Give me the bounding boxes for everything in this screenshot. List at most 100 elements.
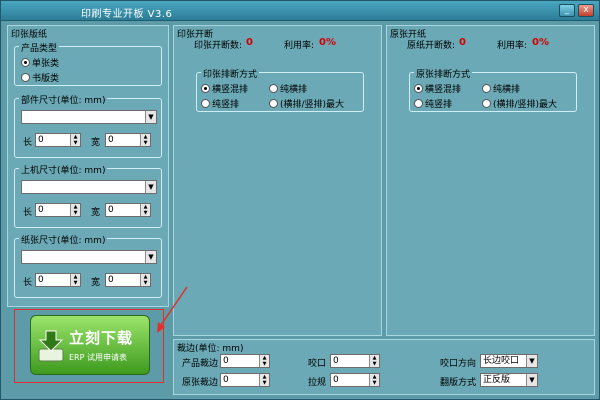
- flip-method-combo[interactable]: 正反版 ▼: [480, 373, 538, 387]
- spin-down-icon[interactable]: ▼: [141, 140, 150, 146]
- radio-dot: [414, 84, 423, 93]
- product-trim-stepper[interactable]: 0 ▲ ▼: [220, 354, 270, 368]
- spin-buttons[interactable]: ▲ ▼: [259, 355, 269, 367]
- raw-count-value: 0: [459, 37, 466, 48]
- pull-value: 0: [333, 375, 339, 385]
- print-sheet-panel: 印张开断 印张开断数: 0 利用率: 0% 印张排断方式 横竖混排 纯横排 纯竖…: [173, 25, 382, 336]
- spin-buttons[interactable]: ▲ ▼: [369, 374, 379, 386]
- title-bar[interactable]: 印刷专业开板 V3.6 _ x: [1, 1, 599, 21]
- print-method-group: 印张排断方式 横竖混排 纯横排 纯竖排 (横排/竖排)最大: [196, 67, 364, 112]
- spin-buttons[interactable]: ▲ ▼: [140, 204, 150, 216]
- raw-method-title: 原张排断方式: [414, 67, 473, 80]
- pull-stepper[interactable]: 0 ▲ ▼: [330, 373, 380, 387]
- paper-length-stepper[interactable]: 0 ▲ ▼: [35, 273, 81, 287]
- product-trim-value: 0: [223, 356, 229, 366]
- download-button[interactable]: 立刻下载 ERP 试用申请表: [30, 315, 150, 375]
- minimize-button[interactable]: _: [559, 4, 575, 17]
- paper-length-value: 0: [38, 275, 44, 285]
- bite-stepper[interactable]: 0 ▲ ▼: [330, 354, 380, 368]
- product-type-title: 产品类型: [19, 41, 60, 54]
- raw-trim-stepper[interactable]: 0 ▲ ▼: [220, 373, 270, 387]
- spin-buttons[interactable]: ▲ ▼: [140, 134, 150, 146]
- spin-down-icon[interactable]: ▼: [260, 380, 269, 386]
- spin-down-icon[interactable]: ▼: [141, 210, 150, 216]
- chevron-down-icon[interactable]: ▼: [145, 181, 156, 193]
- radio-dot: [482, 99, 491, 108]
- print-rate-label: 利用率:: [284, 41, 315, 51]
- spin-buttons[interactable]: ▲ ▼: [70, 274, 80, 286]
- product-type-group: 产品类型 单张类 书版类: [14, 41, 162, 86]
- paper-width-stepper[interactable]: 0 ▲ ▼: [105, 273, 151, 287]
- spin-buttons[interactable]: ▲ ▼: [259, 374, 269, 386]
- radio-raw-horizontal[interactable]: 纯横排: [482, 82, 520, 95]
- radio-label: 书版类: [32, 74, 60, 84]
- part-length-stepper[interactable]: 0 ▲ ▼: [35, 133, 81, 147]
- spin-down-icon[interactable]: ▼: [141, 280, 150, 286]
- trim-panel: 裁边(单位: mm) 产品裁边 0 ▲ ▼ 原张裁边 0 ▲ ▼ 咬口 0 ▲ ▼ 拉…: [173, 339, 595, 395]
- radio-dot: [201, 84, 210, 93]
- spin-buttons[interactable]: ▲ ▼: [70, 204, 80, 216]
- radio-print-horizontal[interactable]: 纯横排: [269, 82, 307, 95]
- bite-direction-label: 咬口方向: [440, 359, 477, 369]
- download-arrow-icon: [38, 330, 64, 362]
- radio-print-vertical[interactable]: 纯竖排: [201, 97, 239, 110]
- spin-buttons[interactable]: ▲ ▼: [140, 274, 150, 286]
- chevron-down-icon[interactable]: ▼: [526, 355, 537, 367]
- spin-down-icon[interactable]: ▼: [260, 361, 269, 367]
- pull-label: 拉规: [308, 378, 327, 388]
- part-width-value: 0: [108, 135, 114, 145]
- paper-width-label: 宽: [91, 278, 101, 288]
- radio-dot: [269, 84, 278, 93]
- chevron-down-icon[interactable]: ▼: [526, 374, 537, 386]
- machine-size-combo[interactable]: ▼: [21, 180, 157, 194]
- chevron-down-icon[interactable]: ▼: [145, 251, 156, 263]
- radio-raw-vertical[interactable]: 纯竖排: [414, 97, 452, 110]
- print-rate-value: 0%: [319, 37, 336, 48]
- radio-dot: [269, 99, 278, 108]
- machine-width-stepper[interactable]: 0 ▲ ▼: [105, 203, 151, 217]
- spin-down-icon[interactable]: ▼: [71, 280, 80, 286]
- paper-width-value: 0: [108, 275, 114, 285]
- radio-label: (横排/竖排)最大: [280, 100, 345, 110]
- machine-length-stepper[interactable]: 0 ▲ ▼: [35, 203, 81, 217]
- download-highlight-box: 立刻下载 ERP 试用申请表: [14, 309, 164, 383]
- spin-down-icon[interactable]: ▼: [71, 210, 80, 216]
- part-width-stepper[interactable]: 0 ▲ ▼: [105, 133, 151, 147]
- part-length-label: 长: [23, 138, 33, 148]
- radio-label: 横竖混排: [425, 85, 462, 95]
- radio-label: 纯竖排: [212, 100, 240, 110]
- spin-down-icon[interactable]: ▼: [370, 380, 379, 386]
- print-method-title: 印张排断方式: [201, 67, 260, 80]
- radio-print-max[interactable]: (横排/竖排)最大: [269, 97, 344, 110]
- raw-rate-label: 利用率:: [497, 41, 528, 51]
- bite-direction-combo[interactable]: 长边咬口 ▼: [480, 354, 538, 368]
- part-size-combo[interactable]: ▼: [21, 110, 157, 124]
- radio-print-mixed[interactable]: 横竖混排: [201, 82, 248, 95]
- print-count-value: 0: [246, 37, 253, 48]
- spin-down-icon[interactable]: ▼: [370, 361, 379, 367]
- spin-down-icon[interactable]: ▼: [71, 140, 80, 146]
- radio-single-sheet[interactable]: 单张类: [21, 56, 59, 69]
- window-title: 印刷专业开板 V3.6: [81, 9, 173, 20]
- paper-size-group: 纸张尺寸(单位: mm) ▼ 长 0 ▲ ▼ 宽 0 ▲ ▼: [14, 233, 162, 298]
- chevron-down-icon[interactable]: ▼: [145, 111, 156, 123]
- radio-dot: [21, 58, 30, 67]
- part-size-title: 部件尺寸(单位: mm): [19, 93, 108, 106]
- raw-count-label: 原纸开断数:: [407, 41, 456, 51]
- radio-dot: [201, 99, 210, 108]
- spin-buttons[interactable]: ▲ ▼: [369, 355, 379, 367]
- machine-width-label: 宽: [91, 208, 101, 218]
- radio-label: (横排/竖排)最大: [493, 100, 558, 110]
- raw-method-group: 原张排断方式 横竖混排 纯横排 纯竖排 (横排/竖排)最大: [409, 67, 577, 112]
- radio-book[interactable]: 书版类: [21, 71, 59, 84]
- radio-raw-mixed[interactable]: 横竖混排: [414, 82, 461, 95]
- radio-label: 纯竖排: [425, 100, 453, 110]
- flip-method-label: 翻版方式: [440, 378, 477, 388]
- paper-size-combo[interactable]: ▼: [21, 250, 157, 264]
- radio-raw-max[interactable]: (横排/竖排)最大: [482, 97, 557, 110]
- spin-buttons[interactable]: ▲ ▼: [70, 134, 80, 146]
- radio-label: 纯横排: [280, 85, 308, 95]
- machine-length-label: 长: [23, 208, 33, 218]
- close-button[interactable]: x: [578, 4, 594, 17]
- paper-length-label: 长: [23, 278, 33, 288]
